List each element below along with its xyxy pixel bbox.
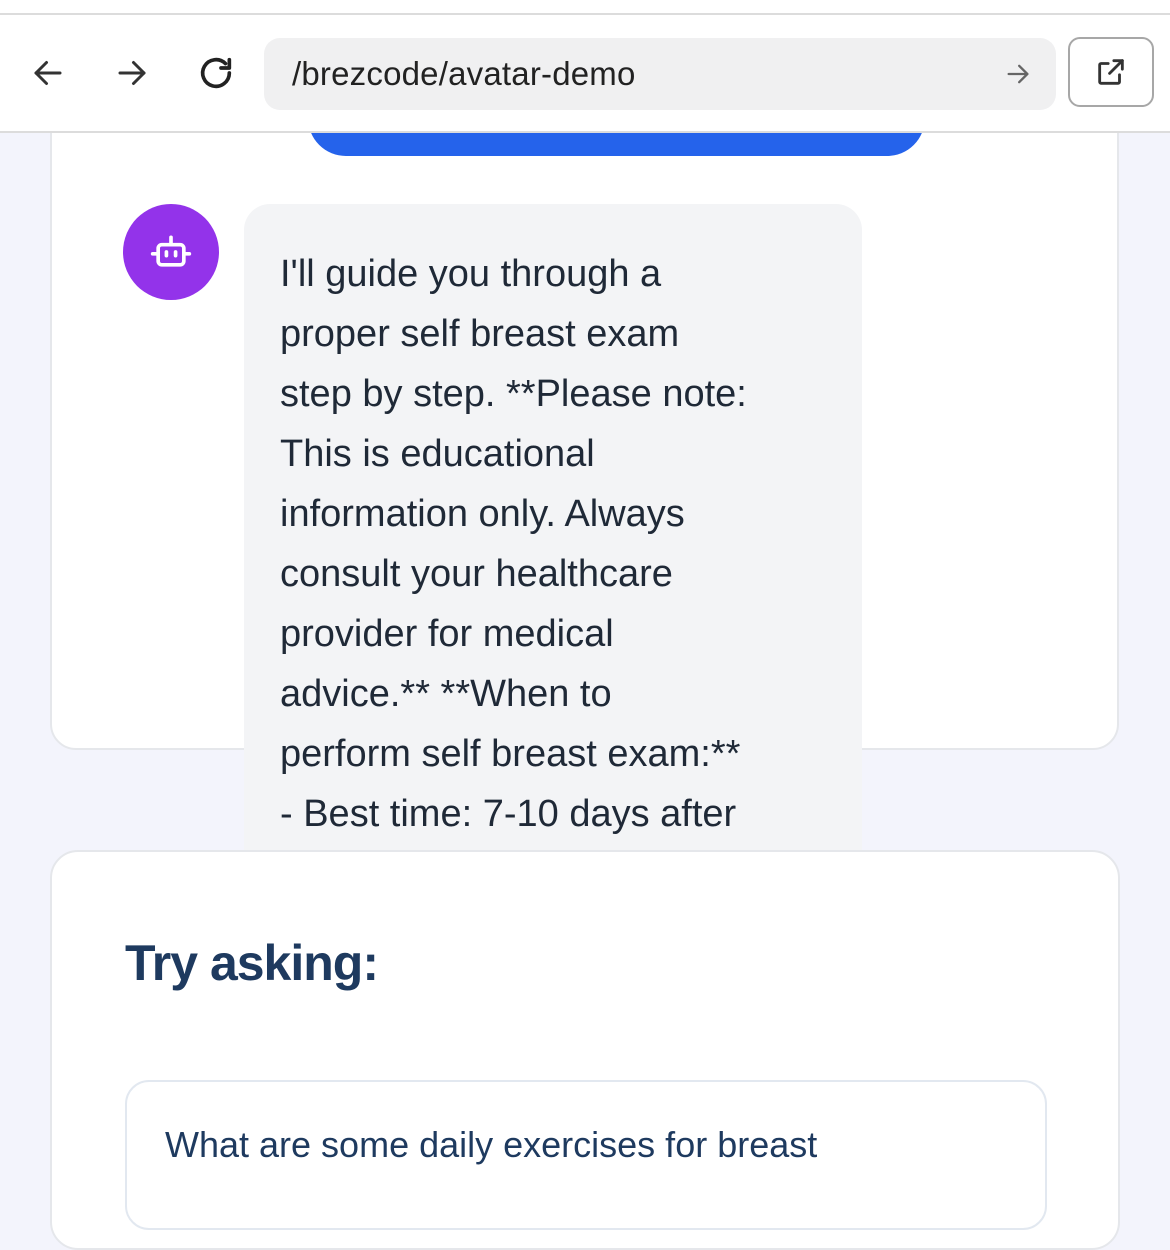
- suggestions-title: Try asking:: [125, 935, 379, 991]
- open-external-button[interactable]: [1068, 37, 1154, 107]
- arrow-left-icon: [34, 61, 62, 85]
- address-bar[interactable]: /brezcode/avatar-demo: [264, 38, 1056, 110]
- suggestions-card: Try asking: What are some daily exercise…: [50, 850, 1120, 1250]
- url-text[interactable]: /brezcode/avatar-demo: [292, 55, 636, 93]
- back-button[interactable]: [28, 53, 68, 93]
- reload-button[interactable]: [196, 53, 236, 93]
- browser-top-strip: [0, 0, 1170, 15]
- assistant-message: I'll guide you through a proper self bre…: [244, 204, 862, 904]
- arrow-right-icon: [1007, 64, 1029, 84]
- suggestion-text: What are some daily exercises for breast: [165, 1124, 818, 1165]
- reload-icon: [200, 57, 232, 89]
- suggestion-item[interactable]: What are some daily exercises for breast: [125, 1080, 1047, 1230]
- bot-icon: [150, 235, 192, 267]
- external-link-icon: [1098, 59, 1124, 85]
- forward-button[interactable]: [112, 53, 152, 93]
- go-button[interactable]: [1002, 58, 1034, 90]
- arrow-right-icon: [118, 61, 146, 85]
- assistant-avatar: [123, 204, 219, 300]
- browser-toolbar: /brezcode/avatar-demo: [0, 15, 1170, 133]
